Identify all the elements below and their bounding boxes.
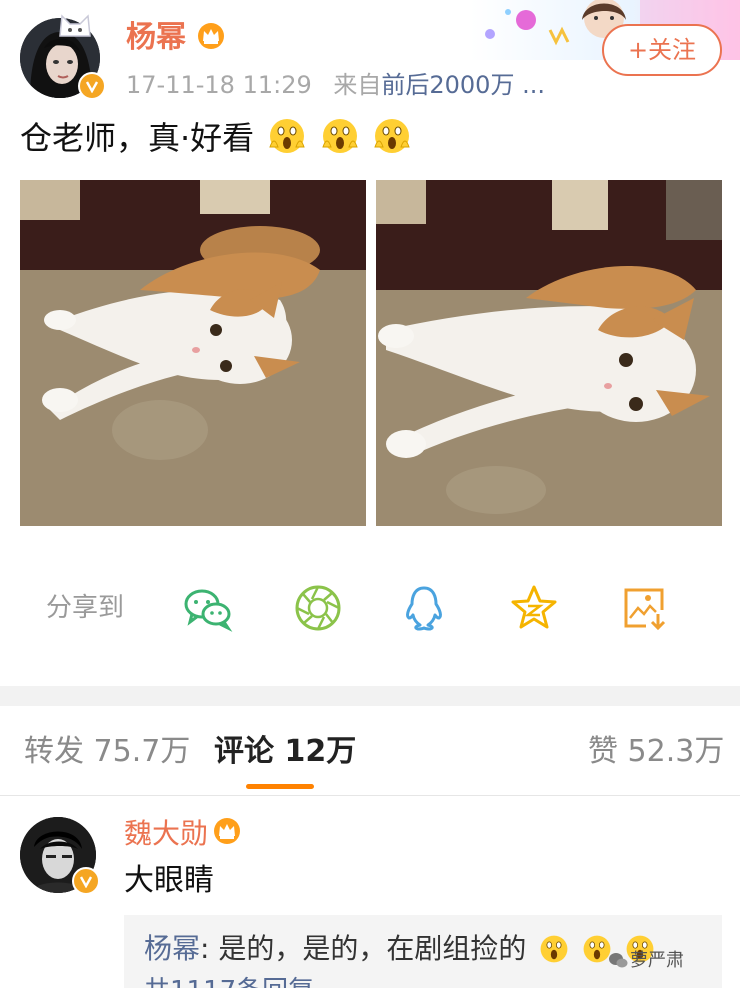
scream-face-emoji-icon: [374, 119, 410, 153]
post-photo-1[interactable]: [20, 180, 366, 526]
post-timestamp: 17-11-18 11:29: [126, 71, 312, 99]
save-image-icon[interactable]: [618, 582, 670, 634]
vip-crown-icon: [198, 23, 224, 49]
cat-decoration-icon: [59, 14, 91, 37]
reply-text: : 是的，是的，在剧组捡的: [200, 932, 527, 965]
moments-icon[interactable]: [292, 582, 344, 634]
share-label: 分享到: [46, 593, 125, 623]
wechat-icon[interactable]: [182, 582, 234, 634]
wechat-watermark-icon: [609, 953, 628, 968]
watermark-text: 萝严肃: [630, 950, 684, 971]
comment-item: 魏大勋 大眼睛 杨幂: 是的，是的，在剧组捡的 萝严肃: [0, 797, 740, 988]
view-replies-link[interactable]: 共1117条回复: [144, 975, 314, 988]
author-name[interactable]: 杨幂: [126, 18, 186, 58]
interaction-tabs: 转发 75.7万 评论 12万 赞 52.3万: [0, 706, 740, 796]
scream-face-emoji-icon: [321, 119, 358, 153]
tab-comments[interactable]: 评论 12万: [214, 732, 356, 772]
share-row: 分享到: [0, 570, 740, 646]
post-text: 仓老师，真·好看: [20, 116, 411, 160]
commenter-name[interactable]: 魏大勋: [124, 815, 208, 853]
source-link[interactable]: 前后2000万: [381, 71, 514, 99]
source-ellipsis: ...: [514, 71, 545, 99]
section-divider: [0, 686, 740, 706]
vip-crown-icon: [214, 818, 240, 844]
scream-face-emoji-icon: [540, 935, 568, 963]
source-prefix: 来自: [333, 71, 382, 99]
author-avatar[interactable]: [20, 14, 106, 100]
post-photo-2[interactable]: [376, 180, 722, 526]
qzone-icon[interactable]: [508, 582, 560, 634]
verified-badge-icon: [78, 72, 106, 100]
tab-repost[interactable]: 转发 75.7万: [24, 732, 190, 772]
reply-line: 杨幂: 是的，是的，在剧组捡的: [144, 929, 655, 969]
active-tab-indicator: [246, 784, 314, 789]
commenter-verified-badge-icon: [72, 867, 100, 895]
scream-face-emoji-icon: [269, 119, 306, 153]
post-header: 杨幂 17-11-18 11:29 来自前后2000万 ... +关注: [0, 0, 740, 110]
post-text-content: 仓老师，真·好看: [20, 119, 255, 157]
post-meta: 17-11-18 11:29 来自前后2000万 ...: [126, 68, 545, 102]
reply-username[interactable]: 杨幂: [144, 932, 200, 965]
tab-likes[interactable]: 赞 52.3万: [588, 732, 724, 772]
follow-button[interactable]: +关注: [602, 24, 722, 76]
comment-text: 大眼睛: [124, 863, 214, 898]
qq-icon[interactable]: [398, 582, 450, 634]
